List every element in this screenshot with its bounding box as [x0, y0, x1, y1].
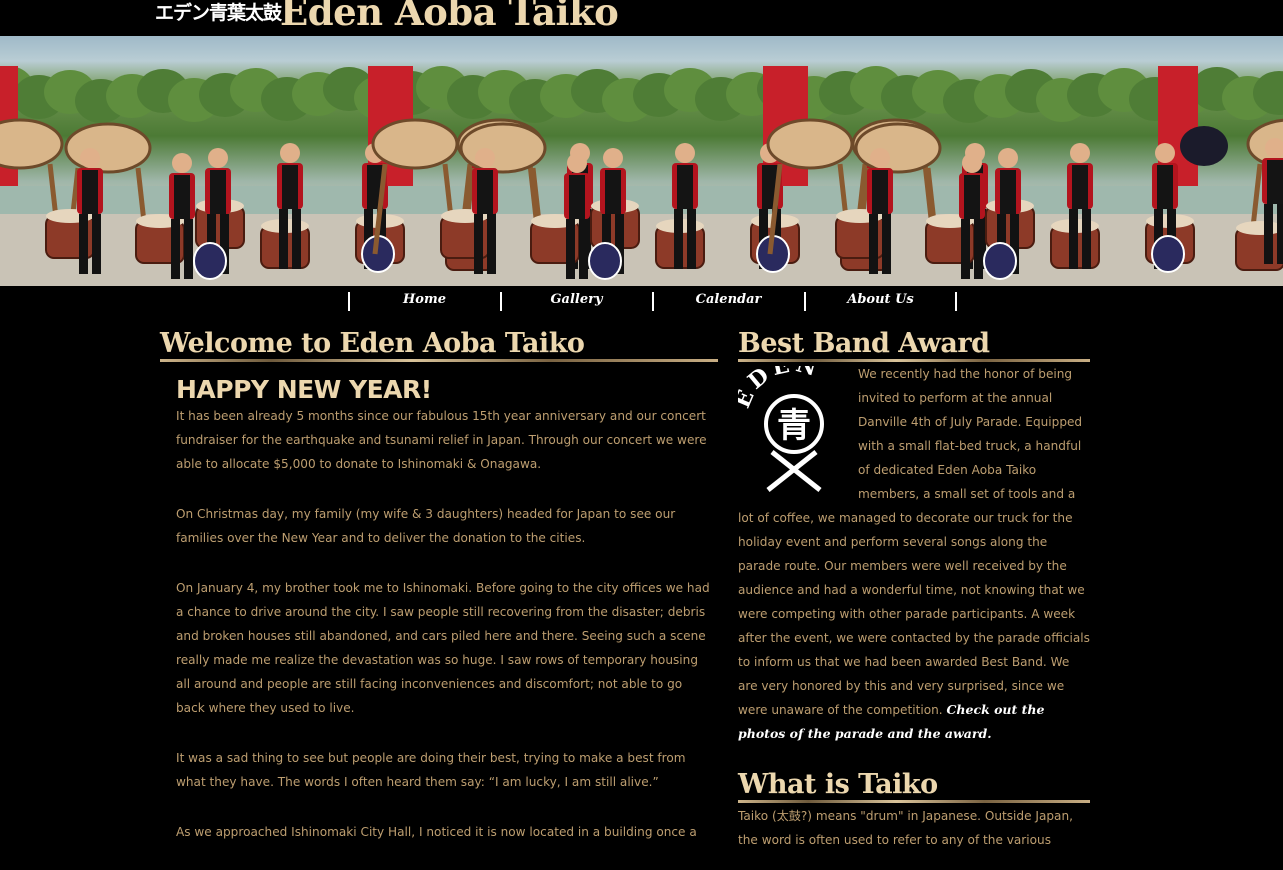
article-paragraph: It was a sad thing to see but people are… [176, 751, 686, 789]
nav-about-us[interactable]: About Us [804, 292, 955, 311]
taiko-performers-photo [0, 66, 1283, 286]
site-logo[interactable]: エデン青葉太鼓 [155, 0, 282, 30]
article-paragraph: On January 4, my brother took me to Ishi… [176, 581, 710, 715]
article-paragraph: It has been already 5 months since our f… [176, 409, 707, 471]
welcome-article: It has been already 5 months since our f… [176, 404, 714, 870]
banner-image [0, 36, 1283, 286]
nav-divider [955, 292, 957, 311]
site-header: エデン青葉太鼓 Eden Aoba Taiko [0, 0, 1283, 36]
heading-underline [160, 359, 718, 362]
taiko-description: Taiko (太鼓?) means "drum" in Japanese. Ou… [738, 809, 1073, 847]
site-title[interactable]: Eden Aoba Taiko [280, 0, 619, 34]
award-article: EDEN 青 We recently had the honor of bein… [729, 351, 1090, 746]
eden-emblem-logo: EDEN 青 [729, 351, 850, 492]
welcome-heading: Welcome to Eden Aoba Taiko [160, 328, 585, 359]
happy-new-year-heading: HAPPY NEW YEAR! [176, 375, 432, 404]
award-heading: Best Band Award [738, 328, 990, 359]
heading-underline [738, 800, 1090, 803]
article-paragraph: On Christmas day, my family (my wife & 3… [176, 507, 676, 545]
nav-gallery[interactable]: Gallery [500, 292, 651, 311]
nav-home[interactable]: Home [348, 292, 499, 311]
taiko-article: Taiko (太鼓?) means "drum" in Japanese. Ou… [738, 804, 1090, 852]
emblem-kanji: 青 [777, 406, 811, 446]
nav-calendar[interactable]: Calendar [652, 292, 803, 311]
article-paragraph: As we approached Ishinomaki City Hall, I… [176, 825, 697, 839]
what-is-taiko-heading: What is Taiko [738, 769, 938, 800]
